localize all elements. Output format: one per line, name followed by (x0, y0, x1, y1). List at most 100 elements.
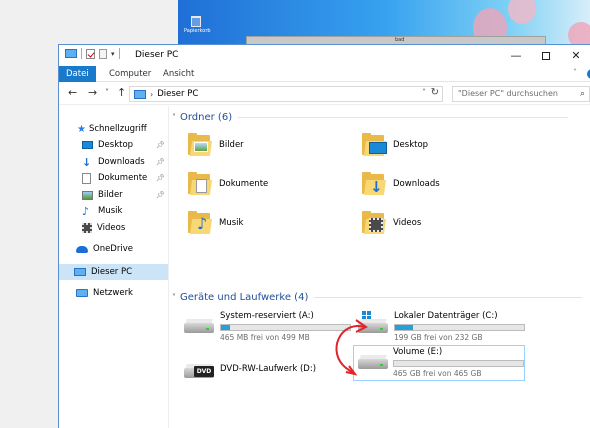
collapse-icon[interactable]: ˅ (172, 113, 176, 122)
tab-datei[interactable]: Datei (59, 66, 96, 82)
folder-label: Desktop (393, 140, 429, 150)
music-folder-icon: ♪ (188, 211, 213, 234)
back-button[interactable]: ← (68, 86, 77, 99)
address-dropdown-icon[interactable]: ˅ (422, 88, 426, 97)
sidebar-item-label: Dokumente (98, 173, 148, 183)
navigation-pane: ★ Schnellzugriff Desktop 📌︎ ↓ Downloads … (59, 106, 169, 428)
pictures-icon (82, 190, 93, 200)
explorer-window: ▾ Dieser PC — ✕ Datei Computer Ansicht ˅… (58, 44, 590, 428)
sidebar-item-label: Dieser PC (91, 267, 133, 277)
new-folder-icon[interactable] (99, 48, 107, 59)
documents-icon (82, 172, 91, 184)
sidebar-item-label: OneDrive (93, 244, 133, 254)
folder-label: Dokumente (219, 179, 269, 189)
pc-icon (74, 268, 86, 276)
search-placeholder: "Dieser PC" durchsuchen (458, 89, 558, 98)
properties-icon[interactable] (86, 48, 95, 59)
usage-fill (395, 325, 414, 330)
drive-label: Volume (E:) (393, 347, 443, 357)
folder-label: Musik (219, 218, 244, 228)
sidebar-item-dokumente[interactable]: Dokumente (82, 170, 147, 186)
drive-label: DVD-RW-Laufwerk (D:) (220, 364, 317, 374)
wallpaper-blob (568, 22, 590, 46)
sidebar-item-dieser-pc[interactable]: Dieser PC (59, 264, 168, 280)
drive-usage-bar (393, 360, 524, 367)
sidebar-item-downloads[interactable]: ↓ Downloads (82, 154, 145, 170)
breadcrumb[interactable]: Dieser PC (157, 89, 198, 99)
forward-button[interactable]: → (88, 86, 97, 99)
maximize-icon (542, 51, 550, 60)
documents-folder-icon (188, 172, 213, 195)
drive-item-a[interactable]: System-reserviert (A:) 465 MB frei von 4… (184, 311, 351, 342)
drive-item-d[interactable]: DVD DVD-RW-Laufwerk (D:) (184, 356, 316, 382)
pin-icon[interactable]: 📌︎ (156, 191, 165, 199)
drives-group-header[interactable]: ˅ Geräte und Laufwerke (4) (172, 292, 583, 303)
hard-drive-icon (358, 347, 388, 373)
window-title: Dieser PC (135, 50, 179, 60)
folder-label: Bilder (219, 140, 244, 150)
pin-icon[interactable]: 📌︎ (156, 174, 165, 182)
up-button[interactable]: ↑ (117, 86, 126, 99)
folder-item-downloads[interactable]: ↓ Downloads (362, 172, 440, 195)
address-bar[interactable]: › Dieser PC ˅ ↻ (129, 86, 443, 102)
sidebar-item-schnellzugriff[interactable]: ★ Schnellzugriff (77, 121, 147, 137)
drive-usage-bar (394, 324, 525, 331)
separator (118, 48, 120, 59)
tab-computer[interactable]: Computer (109, 66, 151, 82)
wallpaper-blob (508, 0, 536, 24)
folder-item-desktop[interactable]: Desktop (362, 133, 429, 156)
sidebar-item-musik[interactable]: ♪ Musik (82, 203, 122, 219)
folder-item-musik[interactable]: ♪ Musik (188, 211, 244, 234)
divider (238, 117, 569, 118)
music-icon: ♪ (82, 204, 90, 218)
sidebar-item-label: Videos (97, 223, 126, 233)
sidebar-item-label: Netzwerk (93, 288, 133, 298)
folder-item-bilder[interactable]: Bilder (188, 133, 244, 156)
chevron-right-icon[interactable]: › (150, 90, 153, 99)
drive-free-space: 465 MB frei von 499 MB (220, 333, 310, 342)
sidebar-item-netzwerk[interactable]: Netzwerk (76, 285, 133, 301)
folder-label: Videos (393, 218, 422, 228)
recycle-bin-icon (191, 16, 201, 27)
folder-item-videos[interactable]: Videos (362, 211, 422, 234)
drive-item-c[interactable]: Lokaler Datenträger (C:) 199 GB frei von… (358, 311, 525, 342)
sidebar-item-bilder[interactable]: Bilder (82, 187, 123, 203)
hard-drive-icon (358, 311, 388, 337)
pin-icon[interactable]: 📌︎ (156, 141, 165, 149)
group-title: Geräte und Laufwerke (4) (180, 292, 309, 303)
hard-drive-icon (184, 311, 214, 337)
pin-icon[interactable]: 📌︎ (156, 158, 165, 166)
pc-icon (134, 89, 146, 99)
star-icon: ★ (77, 123, 86, 135)
dvd-badge: DVD (194, 366, 214, 377)
sidebar-item-onedrive[interactable]: OneDrive (76, 241, 133, 257)
drive-label: Lokaler Datenträger (C:) (394, 311, 498, 321)
collapse-icon[interactable]: ˅ (172, 293, 176, 302)
drive-item-e[interactable]: Volume (E:) 465 GB frei von 465 GB (353, 345, 525, 381)
sidebar-item-label: Downloads (98, 157, 145, 167)
sidebar-item-label: Bilder (98, 190, 123, 200)
minimize-button[interactable]: — (501, 45, 531, 66)
recycle-bin-desktop-icon[interactable]: Papierkorb (184, 16, 211, 34)
address-row: ← → ˅ ↑ › Dieser PC ˅ ↻ "Dieser PC" durc… (59, 83, 590, 105)
chevron-down-icon[interactable]: ˅ (573, 68, 577, 77)
refresh-icon[interactable]: ↻ (431, 87, 439, 98)
tab-ansicht[interactable]: Ansicht (163, 66, 194, 82)
videos-folder-icon (362, 211, 387, 234)
maximize-button[interactable] (531, 45, 561, 66)
sidebar-item-desktop[interactable]: Desktop (82, 137, 133, 153)
recycle-bin-label: Papierkorb (184, 28, 211, 34)
sidebar-item-label: Schnellzugriff (88, 124, 147, 134)
background-window-title: bad (395, 37, 405, 43)
folder-item-dokumente[interactable]: Dokumente (188, 172, 269, 195)
recent-locations-button[interactable]: ˅ (105, 88, 109, 97)
drive-usage-bar (220, 324, 351, 331)
search-input[interactable]: "Dieser PC" durchsuchen ⌕ (452, 86, 590, 102)
folders-group-header[interactable]: ˅ Ordner (6) (172, 112, 569, 123)
divider (314, 297, 583, 298)
sidebar-item-videos[interactable]: Videos (82, 220, 125, 236)
close-button[interactable]: ✕ (561, 45, 590, 66)
title-bar[interactable]: ▾ Dieser PC — ✕ (59, 45, 590, 66)
customize-toolbar-icon[interactable]: ▾ (111, 50, 115, 58)
pc-icon (65, 49, 77, 58)
